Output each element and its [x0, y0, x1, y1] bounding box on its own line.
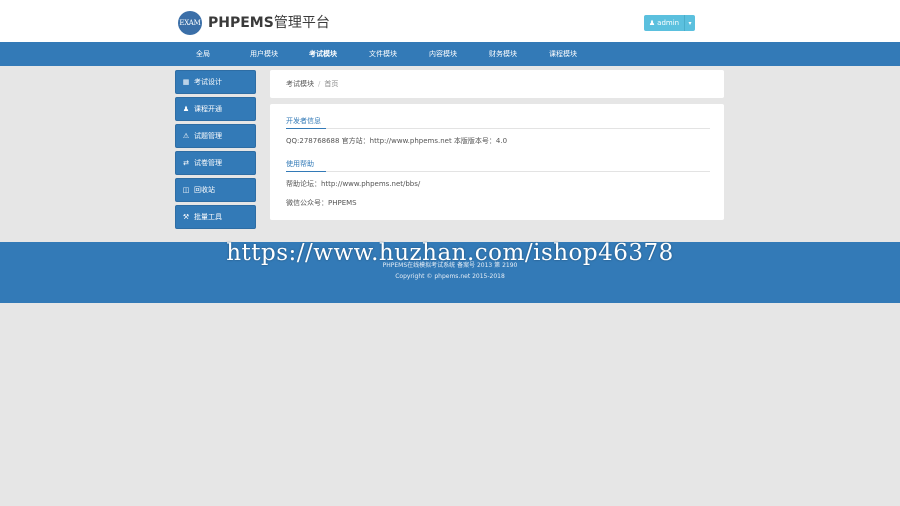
developer-info-title: 开发者信息	[286, 117, 321, 125]
nav-item-exam[interactable]: 考试模块	[309, 42, 337, 66]
sidebar-item-batch-tools[interactable]: ⚒ 批量工具	[175, 205, 256, 229]
help-forum-link[interactable]: 帮助论坛：http://www.phpems.net/bbs/	[286, 179, 420, 189]
nav-item-global[interactable]: 全局	[196, 42, 210, 66]
section-divider	[286, 128, 710, 129]
sidebar-item-label: 回收站	[194, 186, 215, 194]
sidebar-item-exam-design[interactable]: ▦ 考试设计	[175, 70, 256, 94]
user-button-main[interactable]: ♟ admin	[644, 15, 685, 31]
warning-icon: ⚠	[182, 132, 190, 140]
nav-item-content[interactable]: 内容模块	[429, 42, 457, 66]
sidebar-item-questions[interactable]: ⚠ 试题管理	[175, 124, 256, 148]
sidebar-item-label: 批量工具	[194, 213, 222, 221]
user-icon: ♟	[648, 19, 656, 27]
sidebar-item-label: 试题管理	[194, 132, 222, 140]
section-divider	[286, 171, 710, 172]
breadcrumb-current: 首页	[324, 80, 339, 88]
app-title-zh: 管理平台	[273, 15, 330, 31]
user-menu-button[interactable]: ♟ admin ▾	[644, 15, 695, 31]
watermark-text: https://www.huzhan.com/ishop46378	[226, 240, 674, 266]
nav-item-courses[interactable]: 课程模块	[549, 42, 577, 66]
footer-copyright: Copyright © phpems.net 2015-2018	[395, 273, 505, 280]
help-title: 使用帮助	[286, 160, 314, 168]
sidebar-item-course-open[interactable]: ♟ 课程开通	[175, 97, 256, 121]
main-nav: 全局 用户模块 考试模块 文件模块 内容模块 财务模块 课程模块	[0, 42, 900, 66]
share-icon: ⇄	[183, 159, 189, 167]
nav-item-finance[interactable]: 财务模块	[489, 42, 517, 66]
app-title: PHPEMS管理平台	[208, 14, 330, 32]
user-button-label: admin	[657, 19, 680, 27]
logo-icon[interactable]: EXAM	[178, 11, 202, 35]
developer-info-text: QQ:278768688 官方站：http://www.phpems.net 本…	[286, 137, 508, 145]
user-icon: ♟	[182, 105, 190, 113]
wrench-icon: ⚒	[182, 213, 190, 221]
sidebar: ▦ 考试设计 ♟ 课程开通 ⚠ 试题管理 ⇄ 试卷管理 ◫ 回收站 ⚒ 批量工具	[175, 70, 256, 232]
sidebar-item-label: 试卷管理	[194, 159, 222, 167]
sidebar-item-label: 考试设计	[194, 78, 222, 86]
wechat-account-text: 微信公众号：PHPEMS	[286, 199, 357, 207]
sidebar-item-papers[interactable]: ⇄ 试卷管理	[175, 151, 256, 175]
sidebar-item-recycle-bin[interactable]: ◫ 回收站	[175, 178, 256, 202]
breadcrumb: 考试模块 / 首页	[270, 70, 724, 98]
app-title-en: PHPEMS	[208, 15, 274, 31]
grid-icon: ▦	[182, 78, 190, 86]
breadcrumb-module[interactable]: 考试模块	[286, 79, 314, 89]
breadcrumb-separator: /	[318, 80, 321, 88]
chevron-down-icon[interactable]: ▾	[685, 15, 695, 31]
sidebar-item-label: 课程开通	[194, 105, 222, 113]
nav-item-users[interactable]: 用户模块	[250, 42, 278, 66]
top-bar: EXAM PHPEMS管理平台 ♟ admin ▾	[0, 0, 900, 42]
trash-icon: ◫	[182, 186, 190, 194]
content-panel: 开发者信息 QQ:278768688 官方站：http://www.phpems…	[270, 104, 724, 220]
nav-item-files[interactable]: 文件模块	[369, 42, 397, 66]
